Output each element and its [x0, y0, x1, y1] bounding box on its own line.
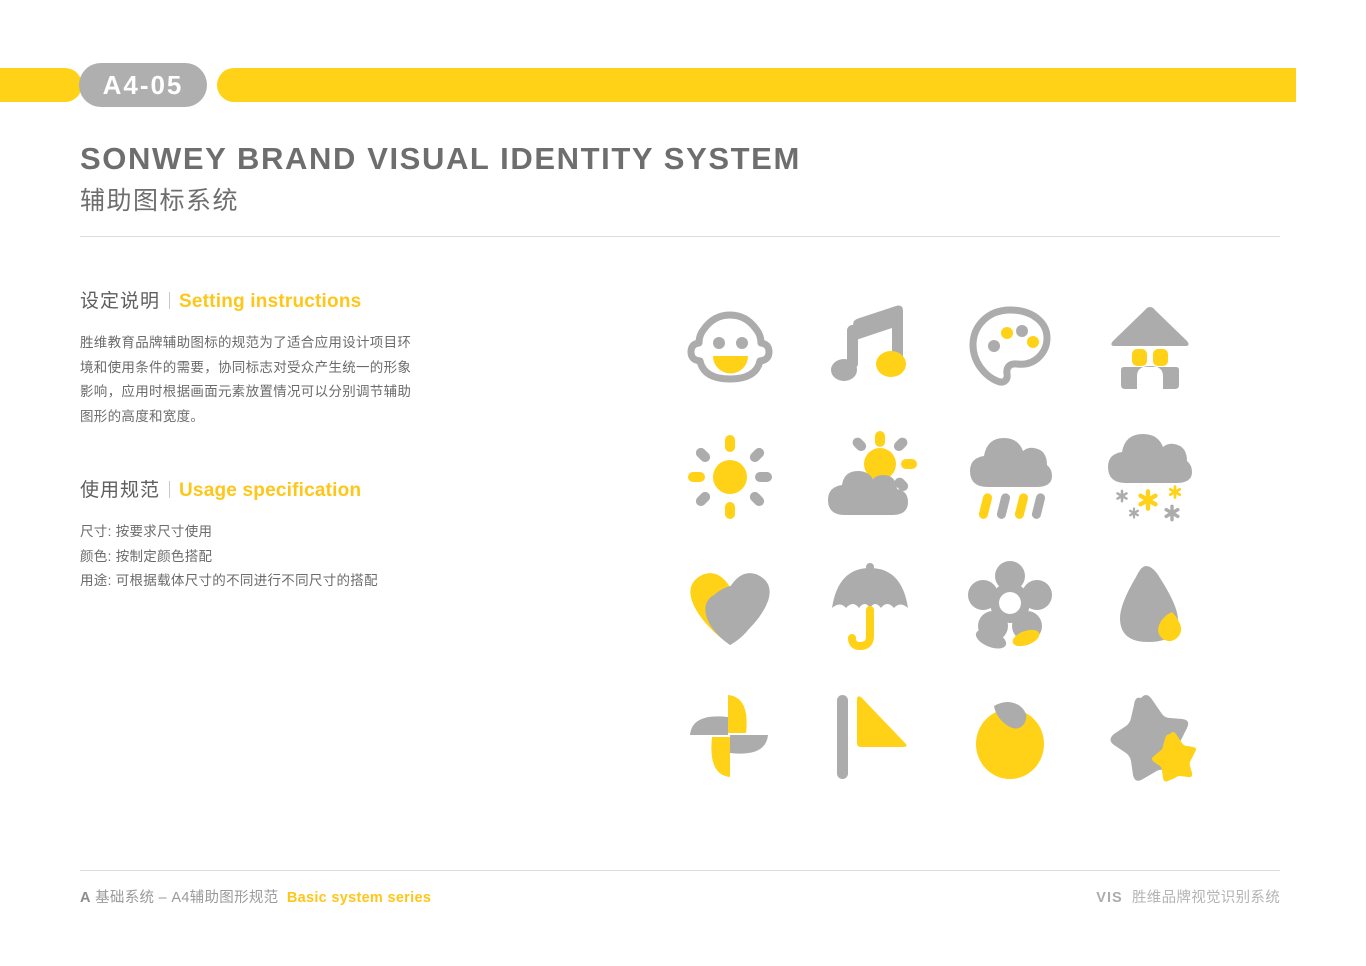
- snow-cloud-icon: [1080, 412, 1220, 542]
- header-bar-main: [217, 68, 1296, 102]
- left-content-column: 设定说明 Setting instructions 胜维教育品牌辅助图标的规范为…: [80, 286, 480, 594]
- header-bar: A4-05: [0, 63, 1296, 107]
- orange-fruit-icon: [940, 672, 1080, 802]
- spec-line-color: 颜色: 按制定颜色搭配: [80, 548, 213, 564]
- setting-instructions-heading-en: Setting instructions: [179, 291, 362, 312]
- heading-divider: [169, 292, 171, 309]
- star-icon: [1080, 672, 1220, 802]
- water-drop-icon: [1080, 542, 1220, 672]
- page-code-badge: A4-05: [79, 63, 207, 107]
- heart-icon: [660, 542, 800, 672]
- flag-icon: [800, 672, 940, 802]
- footer-section-cn: 基础系统 – A4辅助图形规范: [95, 890, 279, 906]
- auxiliary-icon-grid: [660, 282, 1220, 802]
- castle-house-icon: [1080, 282, 1220, 412]
- footer-section-en: Basic system series: [286, 890, 432, 906]
- flower-icon: [940, 542, 1080, 672]
- setting-instructions-body: 胜维教育品牌辅助图标的规范为了适合应用设计项目环境和使用条件的需要，协同标志对受…: [80, 335, 412, 424]
- usage-specification-block: 使用规范 Usage specification 尺寸: 按要求尺寸使用 颜色:…: [80, 475, 480, 594]
- header-bar-stub: [0, 68, 82, 102]
- sun-behind-cloud-icon: [800, 412, 940, 542]
- paint-palette-icon: [940, 282, 1080, 412]
- page-footer: A 基础系统 – A4辅助图形规范 Basic system series VI…: [80, 886, 1280, 907]
- sun-icon: [660, 412, 800, 542]
- music-note-icon: [800, 282, 940, 412]
- page-title: SONWEY BRAND VISUAL IDENTITY SYSTEM 辅助图标…: [80, 140, 1280, 217]
- usage-specification-heading-cn: 使用规范: [80, 480, 161, 501]
- title-english: SONWEY BRAND VISUAL IDENTITY SYSTEM: [80, 141, 801, 176]
- setting-instructions-heading: 设定说明 Setting instructions: [80, 286, 480, 313]
- usage-specification-heading: 使用规范 Usage specification: [80, 475, 480, 502]
- title-divider: [80, 236, 1280, 237]
- footer-brand-cn: 胜维品牌视觉识别系统: [1132, 890, 1280, 906]
- footer-left-text: A 基础系统 – A4辅助图形规范 Basic system series: [80, 886, 431, 907]
- footer-right-text: VIS 胜维品牌视觉识别系统: [1096, 886, 1280, 907]
- footer-vis-label: VIS: [1096, 890, 1123, 906]
- pinwheel-icon: [660, 672, 800, 802]
- usage-specification-heading-en: Usage specification: [179, 480, 362, 501]
- rain-cloud-icon: [940, 412, 1080, 542]
- heading-divider: [169, 481, 171, 498]
- page-root: A4-05 SONWEY BRAND VISUAL IDENTITY SYSTE…: [0, 0, 1366, 966]
- smiley-face-icon: [660, 282, 800, 412]
- usage-specification-list: 尺寸: 按要求尺寸使用 颜色: 按制定颜色搭配 用途: 可根据载体尺寸的不同进行…: [80, 520, 480, 594]
- footer-divider: [80, 870, 1280, 871]
- spec-line-size: 尺寸: 按要求尺寸使用: [80, 524, 213, 539]
- umbrella-icon: [800, 542, 940, 672]
- spec-line-usage: 用途: 可根据载体尺寸的不同进行不同尺寸的搭配: [80, 573, 378, 588]
- title-chinese: 辅助图标系统: [80, 187, 240, 215]
- footer-section-letter: A: [80, 890, 91, 906]
- setting-instructions-heading-cn: 设定说明: [80, 291, 161, 312]
